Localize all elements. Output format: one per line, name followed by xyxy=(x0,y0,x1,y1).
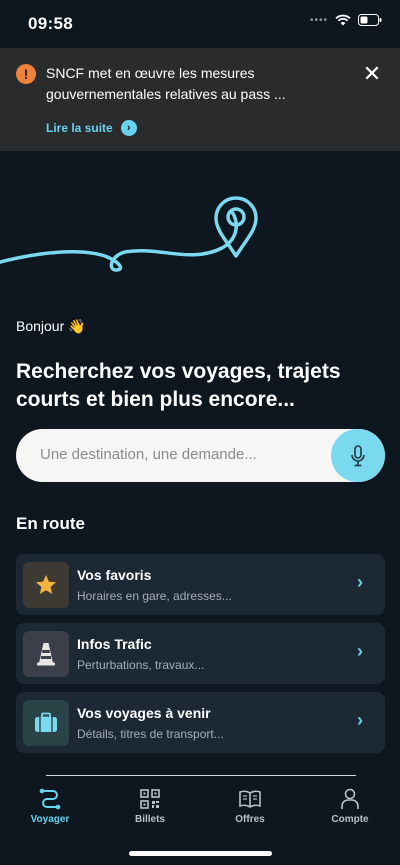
status-time: 09:58 xyxy=(28,14,73,33)
tabbar-divider xyxy=(46,775,356,776)
warning-circle-icon: ! xyxy=(16,64,36,84)
route-icon xyxy=(10,786,90,812)
traffic-cone-icon xyxy=(23,631,69,677)
tab-compte[interactable]: Compte xyxy=(310,786,390,825)
suitcase-icon xyxy=(23,700,69,746)
card-infos-trafic[interactable]: Infos Trafic Perturbations, travaux... › xyxy=(16,623,385,684)
card-favoris[interactable]: Vos favoris Horaires en gare, adresses..… xyxy=(16,554,385,615)
microphone-button[interactable] xyxy=(331,429,385,482)
book-icon xyxy=(210,786,290,812)
close-icon[interactable]: ✕ xyxy=(360,62,384,86)
card-title: Infos Trafic xyxy=(77,636,152,652)
search-placeholder: Une destination, une demande... xyxy=(40,446,257,463)
card-subtitle: Perturbations, travaux... xyxy=(77,658,205,672)
cellular-signal-icon: •••• xyxy=(309,14,328,26)
chevron-right-icon: › xyxy=(357,572,363,592)
tab-voyager[interactable]: Voyager xyxy=(10,786,90,825)
card-title: Vos favoris xyxy=(77,567,152,583)
battery-icon xyxy=(358,14,382,26)
route-line-illustration xyxy=(0,196,258,272)
chevron-right-icon: › xyxy=(120,120,137,136)
card-title: Vos voyages à venir xyxy=(77,705,211,721)
tab-label: Offres xyxy=(235,814,265,825)
tab-offres[interactable]: Offres xyxy=(210,786,290,825)
greeting: Bonjour 👋 xyxy=(16,318,86,334)
read-more-label: Lire la suite xyxy=(46,121,113,135)
tab-billets[interactable]: Billets xyxy=(110,786,190,825)
tab-label: Voyager xyxy=(30,814,70,825)
wifi-icon xyxy=(335,14,351,26)
page-title: Recherchez vos voyages, trajets courts e… xyxy=(16,360,341,411)
chevron-right-icon: › xyxy=(357,710,363,730)
status-bar: 09:58 •••• xyxy=(0,0,400,46)
qr-code-icon xyxy=(110,786,190,812)
star-icon xyxy=(23,562,69,608)
home-indicator[interactable] xyxy=(129,851,272,856)
status-icons: •••• xyxy=(310,14,382,26)
card-subtitle: Détails, titres de transport... xyxy=(77,727,224,741)
search-input[interactable]: Une destination, une demande... xyxy=(16,429,385,482)
section-title-en-route: En route xyxy=(16,514,85,533)
tab-label: Billets xyxy=(134,814,165,825)
read-more-link[interactable]: Lire la suite › xyxy=(46,120,137,136)
user-icon xyxy=(310,786,390,812)
tab-bar: Voyager Billets Offres Compte xyxy=(0,786,400,846)
card-subtitle: Horaires en gare, adresses... xyxy=(77,589,232,603)
chevron-right-icon: › xyxy=(357,641,363,661)
card-voyages-a-venir[interactable]: Vos voyages à venir Détails, titres de t… xyxy=(16,692,385,753)
tab-label: Compte xyxy=(331,814,369,825)
microphone-icon xyxy=(351,444,365,466)
alert-text: SNCF met en œuvre les mesures gouverneme… xyxy=(46,65,286,102)
